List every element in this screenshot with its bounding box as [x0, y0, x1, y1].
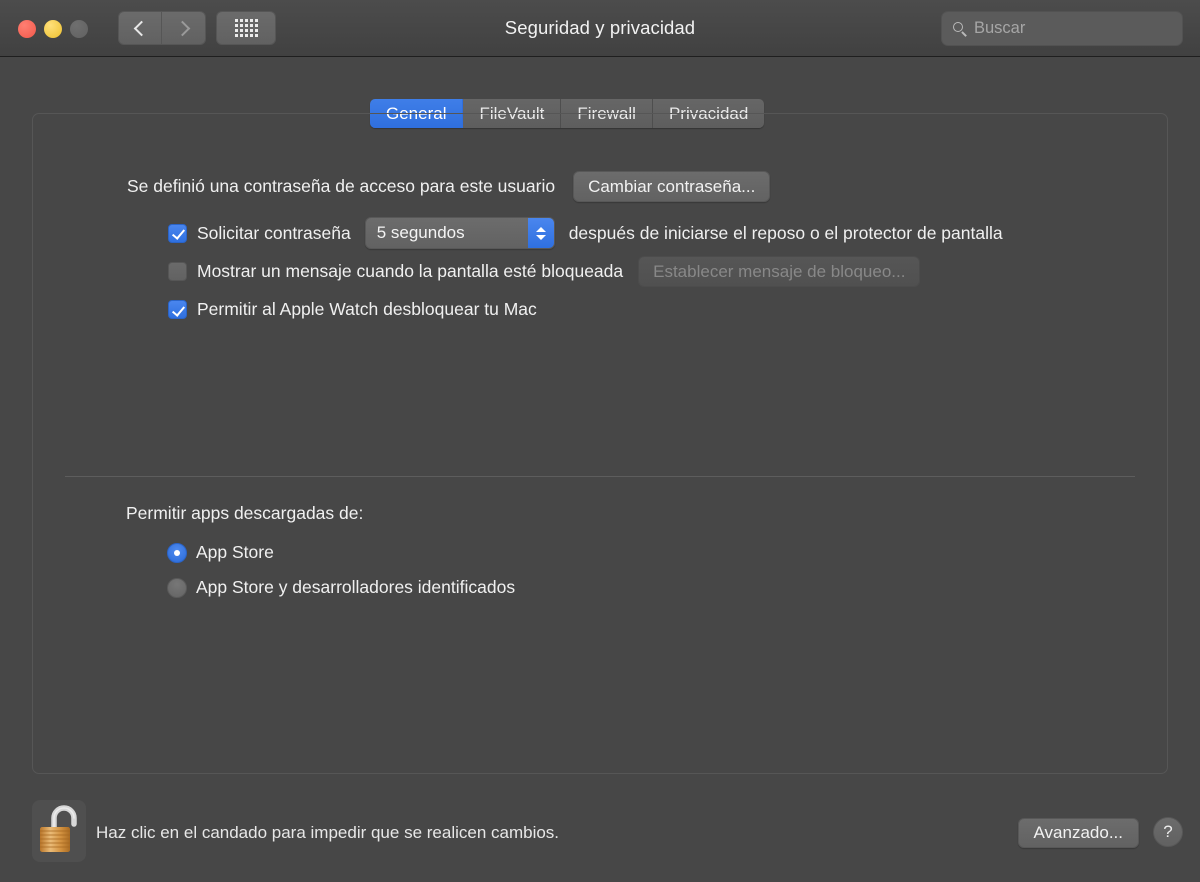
- allow-apps-heading: Permitir apps descargadas de:: [126, 503, 364, 523]
- show-lock-message-label: Mostrar un mensaje cuando la pantalla es…: [197, 261, 624, 281]
- allow-apps-option-appstore[interactable]: App Store: [167, 542, 274, 563]
- require-password-delay-value: 5 segundos: [376, 223, 465, 242]
- show-lock-message-row: Mostrar un mensaje cuando la pantalla es…: [168, 256, 921, 287]
- radio-app-store-identified-developers-label: App Store y desarrolladores identificado…: [196, 577, 516, 597]
- require-password-label: Solicitar contraseña: [197, 222, 351, 243]
- search-input[interactable]: [974, 19, 1194, 38]
- search-icon: [953, 21, 967, 36]
- radio-app-store-label: App Store: [196, 542, 274, 562]
- lock-hint-text: Haz clic en el candado para impedir que …: [96, 823, 560, 842]
- help-button[interactable]: ?: [1153, 817, 1183, 847]
- set-lock-message-button[interactable]: Establecer mensaje de bloqueo...: [638, 256, 921, 287]
- change-password-button[interactable]: Cambiar contraseña...: [573, 171, 771, 202]
- password-status-row: Se definió una contraseña de acceso para…: [127, 171, 771, 202]
- section-divider: [65, 476, 1135, 477]
- radio-app-store[interactable]: [167, 542, 187, 563]
- apple-watch-unlock-label: Permitir al Apple Watch desbloquear tu M…: [197, 299, 537, 319]
- general-settings-panel: Se definió una contraseña de acceso para…: [32, 113, 1168, 774]
- apple-watch-unlock-row: Permitir al Apple Watch desbloquear tu M…: [168, 299, 537, 320]
- apple-watch-unlock-checkbox[interactable]: [168, 300, 187, 319]
- allow-apps-heading-row: Permitir apps descargadas de:: [126, 503, 363, 524]
- show-lock-message-checkbox[interactable]: [168, 262, 187, 281]
- require-password-delay-select[interactable]: 5 segundos: [364, 217, 555, 249]
- require-password-row: Solicitar contraseña 5 segundos después …: [168, 217, 1003, 249]
- radio-app-store-identified-developers[interactable]: [167, 577, 187, 598]
- stepper-arrows-icon[interactable]: [527, 218, 554, 248]
- unlocked-padlock-icon[interactable]: [32, 800, 86, 862]
- require-password-suffix-label: después de iniciarse el reposo o el prot…: [568, 222, 1003, 243]
- system-preferences-window: Seguridad y privacidad General FileVault…: [0, 0, 1200, 882]
- allow-apps-option-appstore-identified[interactable]: App Store y desarrolladores identificado…: [167, 577, 515, 598]
- titlebar: Seguridad y privacidad: [0, 0, 1200, 57]
- password-status-label: Se definió una contraseña de acceso para…: [127, 176, 556, 196]
- require-password-checkbox[interactable]: [168, 223, 187, 243]
- advanced-button[interactable]: Avanzado...: [1017, 818, 1139, 848]
- search-field[interactable]: [941, 11, 1194, 46]
